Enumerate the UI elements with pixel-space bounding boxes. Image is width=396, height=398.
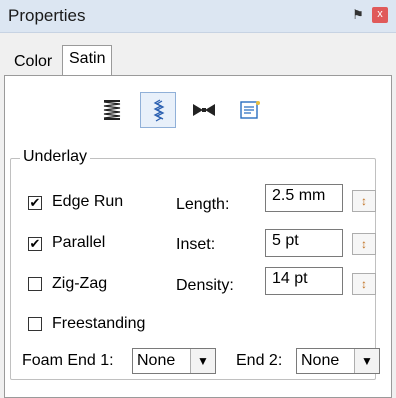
length-input[interactable]: 2.5 mm	[265, 184, 343, 212]
end-2-label: End 2:	[236, 352, 283, 369]
end-2-value: None	[301, 352, 340, 369]
density-label: Density:	[176, 277, 234, 294]
zigzag-checkbox[interactable]	[28, 277, 42, 291]
bowtie-icon	[193, 104, 215, 116]
satin-stitch-button[interactable]	[140, 92, 176, 128]
satin-stitch-icon	[153, 99, 165, 122]
bowtie-button[interactable]	[186, 92, 222, 128]
freestanding-checkbox[interactable]	[28, 317, 42, 331]
foam-end-1-select[interactable]: None ▼	[132, 348, 216, 374]
end-2-select[interactable]: None ▼	[296, 348, 380, 374]
edge-run-checkbox[interactable]: ✔	[28, 196, 42, 210]
parallel-label: Parallel	[52, 234, 106, 251]
properties-sheet-button[interactable]	[232, 92, 268, 128]
density-spin-button[interactable]: ↕	[352, 273, 376, 295]
satin-zigzag-icon	[103, 100, 121, 120]
zigzag-label: Zig-Zag	[52, 275, 108, 292]
length-spin-button[interactable]: ↕	[352, 190, 376, 212]
foam-end-1-value: None	[137, 352, 176, 369]
close-button[interactable]: x	[372, 7, 388, 23]
edge-run-label: Edge Run	[52, 193, 124, 210]
document-icon	[240, 101, 260, 119]
freestanding-label: Freestanding	[52, 315, 146, 332]
tab-color[interactable]: Color	[8, 49, 58, 75]
chevron-down-icon: ▼	[354, 349, 379, 373]
length-label: Length:	[176, 196, 230, 213]
underlay-legend: Underlay	[20, 148, 91, 166]
parallel-checkbox[interactable]: ✔	[28, 237, 42, 251]
window-title: Properties	[8, 6, 86, 25]
foam-end-1-label: Foam End 1:	[22, 352, 114, 369]
density-input[interactable]: 14 pt	[265, 267, 343, 295]
pin-icon[interactable]: ⚑	[350, 7, 366, 23]
title-bar: Properties ⚑ x	[0, 0, 396, 33]
chevron-down-icon: ▼	[190, 349, 215, 373]
tab-satin[interactable]: Satin	[62, 45, 113, 76]
satin-zigzag-button[interactable]	[94, 92, 130, 128]
inset-input[interactable]: 5 pt	[265, 229, 343, 257]
inset-label: Inset:	[176, 236, 216, 253]
inset-spin-button[interactable]: ↕	[352, 233, 376, 255]
